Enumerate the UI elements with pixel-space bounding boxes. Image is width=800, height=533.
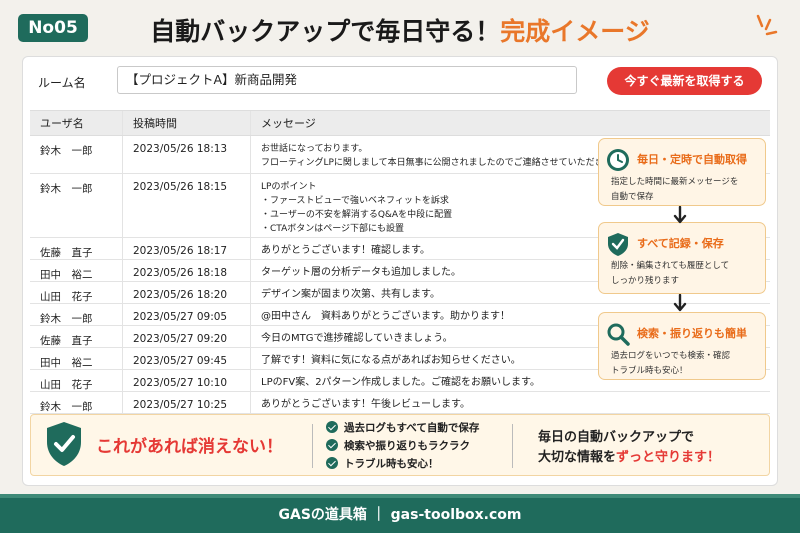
feature-line: 削除・編集されても履歴として	[611, 261, 730, 271]
spark-lines-icon	[756, 14, 778, 36]
feature-card: 毎日・定時で自動取得指定した時間に最新メッセージを 自動で保存	[598, 138, 766, 206]
site-footer: GASの道具箱 ｜ gas-toolbox.com	[0, 494, 800, 533]
cell-time: 2023/05/26 18:15	[122, 174, 250, 237]
cell-user: 田中 裕二	[40, 269, 93, 281]
promo-headline: これがあれば消えない！	[96, 437, 283, 457]
cell-user: 山田 花子	[40, 379, 93, 391]
cell-time: 2023/05/26 18:18	[122, 260, 250, 281]
check-circle-icon	[326, 457, 338, 469]
divider	[512, 424, 513, 468]
column-header-message: メッセージ	[250, 111, 770, 135]
cell-user: 鈴木 一郎	[40, 401, 93, 413]
message-line: ・ユーザーの不安を解消するQ&Aを中段に配置	[261, 210, 453, 220]
feature-line: しっかり残ります	[611, 276, 680, 286]
arrow-down-icon	[673, 294, 687, 312]
cell-time: 2023/05/27 09:20	[122, 326, 250, 347]
feature-line: トラブル時も安心！	[611, 366, 688, 376]
check-item: トラブル時も安心！	[326, 454, 479, 472]
magnifier-icon	[605, 321, 631, 347]
arrow-down-icon	[673, 206, 687, 224]
page-title: 自動バックアップで毎日守る！完成イメージ	[0, 12, 800, 48]
room-label: ルーム名	[38, 76, 86, 90]
cell-time: 2023/05/27 10:10	[122, 370, 250, 391]
column-header-time: 投稿時間	[122, 111, 250, 135]
cell-user: 山田 花子	[40, 291, 93, 303]
cell-time: 2023/05/27 09:05	[122, 304, 250, 325]
check-circle-icon	[326, 421, 338, 433]
promo-message: 毎日の自動バックアップで 大切な情報をずっと守ります！	[538, 428, 720, 468]
promo-line-2-text: 大切な情報を	[538, 450, 617, 465]
cell-user: 鈴木 一郎	[40, 183, 93, 195]
feature-title: 検索・振り返りも簡単	[637, 327, 747, 340]
feature-line: 自動で保存	[611, 192, 654, 202]
feature-line: 指定した時間に最新メッセージを	[611, 177, 739, 187]
feature-line: 過去ログをいつでも検索・確認	[611, 351, 731, 361]
clock-icon	[605, 147, 631, 173]
feature-description: 指定した時間に最新メッセージを 自動で保存	[611, 175, 738, 205]
message-line: ありがとうございます！午後レビューします。	[261, 399, 470, 410]
feature-card: すべて記録・保存削除・編集されても履歴として しっかり残ります	[598, 222, 766, 294]
room-name-input[interactable]: 【プロジェクトA】新商品開発	[117, 66, 577, 94]
check-list: 過去ログもすべて自動で保存 検索や振り返りもラクラク トラブル時も安心！	[326, 418, 479, 472]
cell-message: ありがとうございます！午後レビューします。	[250, 392, 770, 413]
cell-user: 田中 裕二	[40, 357, 93, 369]
cell-user: 鈴木 一郎	[40, 145, 93, 157]
title-main: 自動バックアップで毎日守る！	[150, 17, 501, 46]
shield-check-icon	[47, 422, 81, 466]
check-text: 検索や振り返りもラクラク	[344, 439, 470, 452]
shield-check-icon	[605, 231, 631, 257]
cell-user: 佐藤 直子	[40, 335, 93, 347]
check-text: 過去ログもすべて自動で保存	[344, 421, 480, 434]
check-text: トラブル時も安心！	[344, 457, 439, 470]
table-header: ユーザ名 投稿時間 メッセージ	[30, 110, 770, 136]
check-item: 検索や振り返りもラクラク	[326, 436, 479, 454]
cell-user: 佐藤 直子	[40, 247, 93, 259]
cell-time: 2023/05/26 18:20	[122, 282, 250, 303]
cell-time: 2023/05/26 18:17	[122, 238, 250, 259]
feature-description: 過去ログをいつでも検索・確認 トラブル時も安心！	[611, 349, 730, 379]
feature-card: 検索・振り返りも簡単過去ログをいつでも検索・確認 トラブル時も安心！	[598, 312, 766, 380]
promo-line-1: 毎日の自動バックアップで	[538, 430, 695, 445]
divider	[312, 424, 313, 468]
feature-title: すべて記録・保存	[637, 237, 724, 250]
cell-user: 鈴木 一郎	[40, 313, 93, 325]
table-row: 鈴木 一郎 2023/05/27 10:25 ありがとうございます！午後レビューしま…	[30, 392, 770, 414]
cell-time: 2023/05/26 18:13	[122, 136, 250, 173]
cell-time: 2023/05/27 09:45	[122, 348, 250, 369]
promo-line-2: 大切な情報をずっと守ります！	[538, 448, 720, 468]
feature-title: 毎日・定時で自動取得	[637, 153, 747, 166]
feature-description: 削除・編集されても履歴として しっかり残ります	[611, 259, 729, 289]
cell-time: 2023/05/27 10:25	[122, 392, 250, 413]
title-accent: 完成イメージ	[500, 17, 650, 46]
check-circle-icon	[326, 439, 338, 451]
fetch-latest-button[interactable]: 今すぐ最新を取得する	[607, 67, 762, 95]
promo-line-2-highlight: ずっと守ります！	[616, 450, 721, 465]
column-header-user: ユーザ名	[40, 117, 84, 130]
check-item: 過去ログもすべて自動で保存	[326, 418, 479, 436]
